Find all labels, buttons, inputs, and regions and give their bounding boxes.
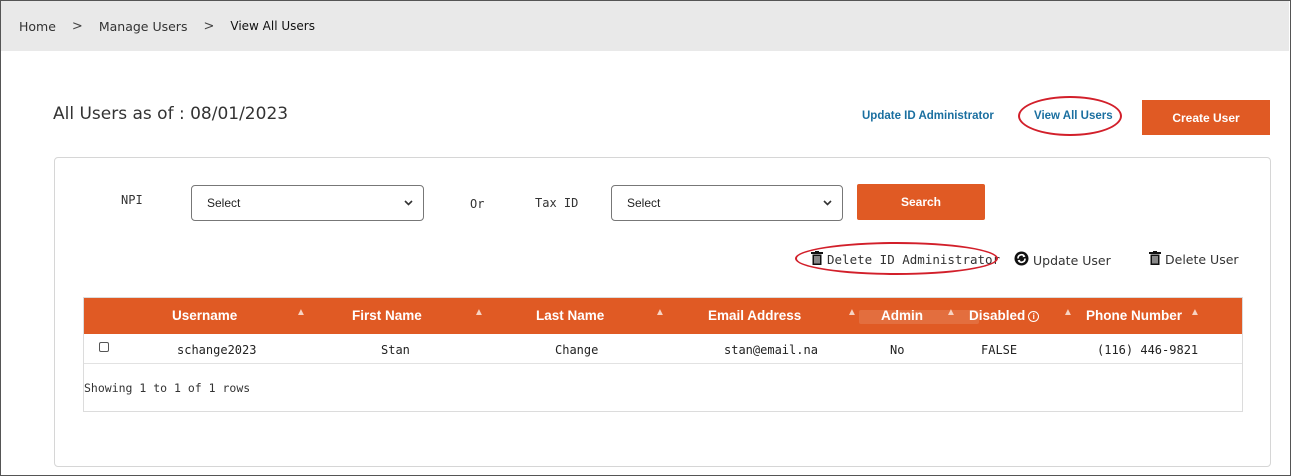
column-header-last-name[interactable]: Last Name — [536, 308, 604, 323]
sort-icon[interactable]: ▲︎ — [1063, 307, 1073, 318]
npi-label: NPI — [121, 193, 143, 207]
tax-id-select-value: Select — [627, 196, 661, 210]
info-icon[interactable]: i — [1028, 310, 1040, 322]
refresh-icon — [1014, 251, 1029, 269]
cell-username: schange2023 — [177, 343, 257, 357]
trash-icon — [811, 251, 823, 268]
chevron-down-icon — [823, 198, 832, 209]
column-header-disabled[interactable]: Disabled i — [969, 308, 1040, 323]
or-label: Or — [470, 197, 485, 211]
tax-id-select[interactable]: Select — [611, 185, 843, 221]
npi-select[interactable]: Select — [191, 185, 424, 221]
sort-icon[interactable]: ▲︎ — [1190, 307, 1200, 318]
row-checkbox[interactable] — [99, 342, 109, 352]
sort-icon[interactable]: ▲︎ — [296, 307, 306, 318]
cell-disabled: FALSE — [981, 343, 1018, 357]
breadcrumb-separator: > — [203, 18, 215, 34]
chevron-down-icon — [404, 198, 413, 209]
breadcrumb-manage-users[interactable]: Manage Users — [99, 19, 188, 34]
trash-icon — [1149, 251, 1161, 268]
page-title: All Users as of : 08/01/2023 — [53, 104, 289, 124]
cell-first-name: Stan — [381, 343, 410, 357]
sort-icon[interactable]: ▲︎ — [474, 307, 484, 318]
breadcrumb-separator: > — [71, 18, 83, 34]
delete-id-administrator-label: Delete ID Administrator — [827, 252, 1001, 267]
column-header-admin[interactable]: Admin — [881, 308, 923, 323]
pagination-info: Showing 1 to 1 of 1 rows — [84, 381, 251, 395]
create-user-button[interactable]: Create User — [1142, 100, 1270, 135]
cell-last-name: Change — [555, 343, 599, 357]
update-user-action[interactable]: Update User — [1014, 251, 1111, 269]
users-table: Username ▲︎ First Name ▲︎ Last Name ▲︎ E… — [83, 297, 1243, 412]
update-id-administrator-link[interactable]: Update ID Administrator — [862, 110, 994, 122]
sort-icon[interactable]: ▲︎ — [847, 307, 857, 318]
column-header-email-address[interactable]: Email Address — [708, 308, 801, 323]
table-row[interactable]: schange2023 Stan Change stan@email.na No… — [84, 334, 1242, 364]
tax-id-label: Tax ID — [535, 196, 579, 210]
view-all-users-link[interactable]: View All Users — [1034, 110, 1113, 122]
table-header: Username ▲︎ First Name ▲︎ Last Name ▲︎ E… — [84, 298, 1242, 334]
delete-id-administrator-action[interactable]: Delete ID Administrator — [811, 251, 1000, 268]
cell-admin: No — [890, 343, 905, 357]
update-user-label: Update User — [1033, 252, 1111, 268]
cell-phone: (116) 446-9821 — [1097, 343, 1199, 357]
search-button[interactable]: Search — [857, 184, 985, 220]
npi-select-value: Select — [207, 196, 241, 210]
column-header-phone-number[interactable]: Phone Number — [1086, 308, 1182, 323]
sort-icon[interactable]: ▲︎ — [655, 307, 665, 318]
breadcrumb-home[interactable]: Home — [19, 19, 56, 34]
breadcrumb: Home > Manage Users > View All Users — [1, 1, 1289, 51]
delete-user-label: Delete User — [1165, 252, 1239, 267]
disabled-header-label: Disabled — [969, 308, 1026, 323]
delete-user-action[interactable]: Delete User — [1149, 251, 1239, 268]
cell-email: stan@email.na — [724, 343, 818, 357]
column-header-username[interactable]: Username — [172, 308, 237, 323]
breadcrumb-current: View All Users — [230, 19, 315, 33]
sort-icon[interactable]: ▲︎ — [946, 307, 956, 318]
column-header-first-name[interactable]: First Name — [352, 308, 422, 323]
